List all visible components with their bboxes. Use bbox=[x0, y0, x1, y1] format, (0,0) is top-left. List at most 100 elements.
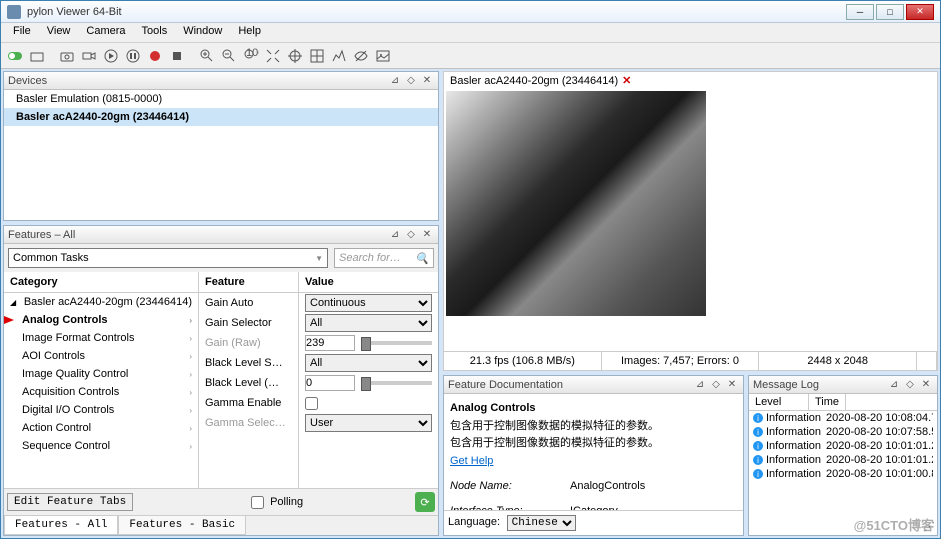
doc-nodename-v: AnalogControls bbox=[570, 480, 645, 492]
category-analog[interactable]: Analog Controls› bbox=[4, 311, 198, 329]
hide-icon[interactable] bbox=[351, 46, 371, 66]
devices-title: Devices bbox=[8, 75, 47, 87]
category-action[interactable]: Action Control› bbox=[4, 419, 198, 437]
close-panel-icon[interactable]: ✕ bbox=[725, 378, 739, 392]
category-imageformat[interactable]: Image Format Controls› bbox=[4, 329, 198, 347]
log-time: 2020-08-20 10:01:01.213 bbox=[826, 454, 933, 466]
gain-selector-select[interactable]: All bbox=[305, 314, 432, 332]
log-header: LevelTime bbox=[749, 394, 937, 411]
undock-icon[interactable]: ◇ bbox=[709, 378, 723, 392]
category-header: Category bbox=[4, 272, 198, 293]
polling-checkbox[interactable] bbox=[251, 496, 264, 509]
gamma-enable-checkbox[interactable] bbox=[305, 397, 318, 410]
category-aoi[interactable]: AOI Controls› bbox=[4, 347, 198, 365]
crosshair-icon[interactable] bbox=[285, 46, 305, 66]
log-time: 2020-08-20 10:01:00.823 bbox=[826, 468, 933, 480]
pause-icon[interactable] bbox=[123, 46, 143, 66]
doc-help-link[interactable]: Get Help bbox=[450, 455, 493, 467]
menu-window[interactable]: Window bbox=[175, 23, 230, 42]
tasks-combo[interactable]: Common Tasks▼ bbox=[8, 248, 328, 268]
category-root[interactable]: Basler acA2440-20gm (23446414) bbox=[4, 293, 198, 311]
gain-raw-input[interactable] bbox=[305, 335, 355, 351]
category-sequence[interactable]: Sequence Control› bbox=[4, 437, 198, 455]
image-tab[interactable]: Basler acA2440-20gm (23446414)✕ bbox=[444, 72, 937, 89]
status-images: Images: 7,457; Errors: 0 bbox=[602, 352, 760, 370]
open-icon[interactable] bbox=[27, 46, 47, 66]
image-icon[interactable] bbox=[373, 46, 393, 66]
log-level: Information bbox=[766, 468, 826, 480]
pin-icon[interactable]: ⊿ bbox=[887, 378, 901, 392]
search-input[interactable]: Search for…🔍 bbox=[334, 248, 434, 268]
gain-raw-slider[interactable] bbox=[361, 341, 432, 345]
category-label: Action Control bbox=[22, 422, 91, 434]
menu-camera[interactable]: Camera bbox=[78, 23, 133, 42]
log-row[interactable]: iInformation2020-08-20 10:07:58.521 bbox=[749, 425, 937, 439]
record-icon[interactable] bbox=[145, 46, 165, 66]
pin-icon[interactable]: ⊿ bbox=[388, 228, 402, 242]
play-icon[interactable] bbox=[101, 46, 121, 66]
search-placeholder: Search for… bbox=[339, 252, 401, 264]
toolbar: 100 bbox=[1, 43, 940, 69]
edit-feature-tabs-button[interactable]: Edit Feature Tabs bbox=[7, 493, 133, 511]
black-level-selector[interactable]: All bbox=[305, 354, 432, 372]
snapshot-icon[interactable] bbox=[57, 46, 77, 66]
language-select[interactable]: Chinese bbox=[507, 515, 576, 531]
maximize-button[interactable]: □ bbox=[876, 4, 904, 20]
close-button[interactable]: ✕ bbox=[906, 4, 934, 20]
close-panel-icon[interactable]: ✕ bbox=[919, 378, 933, 392]
menu-tools[interactable]: Tools bbox=[134, 23, 176, 42]
zoom-fit-icon[interactable] bbox=[263, 46, 283, 66]
category-label: Image Format Controls bbox=[22, 332, 134, 344]
log-title: Message Log bbox=[753, 379, 819, 391]
titlebar: pylon Viewer 64-Bit ─ □ ✕ bbox=[1, 1, 940, 23]
tasks-combo-value: Common Tasks bbox=[13, 252, 89, 264]
tab-features-all[interactable]: Features - All bbox=[4, 516, 118, 535]
black-level-slider[interactable] bbox=[361, 381, 432, 385]
black-level-input[interactable] bbox=[305, 375, 355, 391]
tab-features-basic[interactable]: Features - Basic bbox=[118, 516, 246, 535]
log-time: 2020-08-20 10:08:04.787 bbox=[826, 412, 933, 424]
gain-auto-select[interactable]: Continuous bbox=[305, 294, 432, 312]
category-label: Sequence Control bbox=[22, 440, 110, 452]
histogram-icon[interactable] bbox=[329, 46, 349, 66]
pin-icon[interactable]: ⊿ bbox=[388, 74, 402, 88]
minimize-button[interactable]: ─ bbox=[846, 4, 874, 20]
zoom-in-icon[interactable] bbox=[197, 46, 217, 66]
toggle-icon[interactable] bbox=[5, 46, 25, 66]
close-panel-icon[interactable]: ✕ bbox=[420, 74, 434, 88]
grid-icon[interactable] bbox=[307, 46, 327, 66]
device-row[interactable]: Basler acA2440-20gm (23446414) bbox=[4, 108, 438, 126]
doc-body: Analog Controls 包含用于控制图像数据的模拟特征的参数。 包含用于… bbox=[444, 394, 743, 510]
zoom-out-icon[interactable] bbox=[219, 46, 239, 66]
undock-icon[interactable]: ◇ bbox=[903, 378, 917, 392]
pin-icon[interactable]: ⊿ bbox=[693, 378, 707, 392]
menu-help[interactable]: Help bbox=[230, 23, 269, 42]
category-acquisition[interactable]: Acquisition Controls› bbox=[4, 383, 198, 401]
close-tab-icon[interactable]: ✕ bbox=[622, 74, 631, 87]
log-row[interactable]: iInformation2020-08-20 10:01:00.823 bbox=[749, 467, 937, 481]
log-row[interactable]: iInformation2020-08-20 10:01:01.213 bbox=[749, 453, 937, 467]
category-imagequality[interactable]: Image Quality Control› bbox=[4, 365, 198, 383]
menu-file[interactable]: File bbox=[5, 23, 39, 42]
stop-icon[interactable] bbox=[167, 46, 187, 66]
refresh-icon[interactable]: ⟳ bbox=[415, 492, 435, 512]
undock-icon[interactable]: ◇ bbox=[404, 228, 418, 242]
camera-image bbox=[446, 91, 706, 316]
undock-icon[interactable]: ◇ bbox=[404, 74, 418, 88]
log-row[interactable]: iInformation2020-08-20 10:01:01.213 bbox=[749, 439, 937, 453]
doc-nodename-k: Node Name: bbox=[450, 478, 570, 495]
menu-view[interactable]: View bbox=[39, 23, 79, 42]
gamma-selector[interactable]: User bbox=[305, 414, 432, 432]
image-view[interactable] bbox=[444, 89, 937, 351]
category-digitalio[interactable]: Digital I/O Controls› bbox=[4, 401, 198, 419]
doc-panel: Feature Documentation⊿◇✕ Analog Controls… bbox=[443, 375, 744, 536]
zoom-100-icon[interactable]: 100 bbox=[241, 46, 261, 66]
log-level: Information bbox=[766, 426, 826, 438]
device-row[interactable]: Basler Emulation (0815-0000) bbox=[4, 90, 438, 108]
close-panel-icon[interactable]: ✕ bbox=[420, 228, 434, 242]
category-label: Digital I/O Controls bbox=[22, 404, 114, 416]
log-row[interactable]: iInformation2020-08-20 10:08:04.787 bbox=[749, 411, 937, 425]
feature-label: Gain Selector bbox=[199, 313, 298, 333]
doc-heading: Analog Controls bbox=[450, 402, 536, 414]
record-video-icon[interactable] bbox=[79, 46, 99, 66]
